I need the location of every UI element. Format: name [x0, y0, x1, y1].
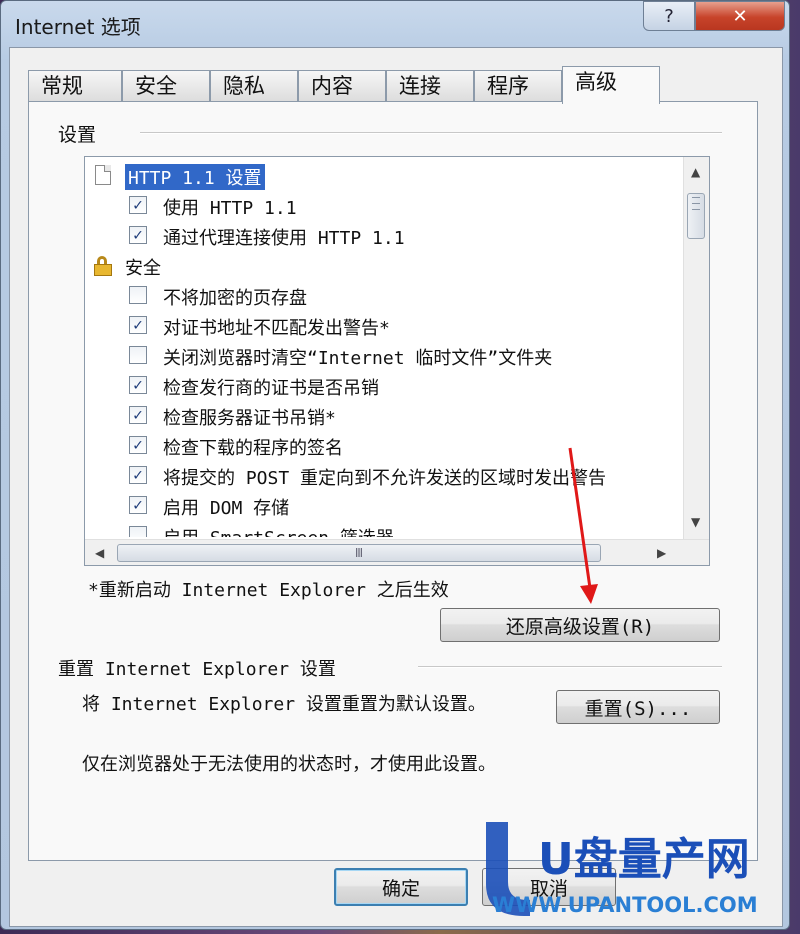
upantool-watermark: U盘量产网 WWW.UPANTOOL.COM: [486, 822, 758, 917]
watermark-url: WWW.UPANTOOL.COM: [492, 893, 758, 917]
tab-advanced[interactable]: 高级: [562, 66, 660, 104]
watermark-brand: U盘量产网: [538, 834, 750, 885]
annotation-arrow: [568, 447, 598, 604]
